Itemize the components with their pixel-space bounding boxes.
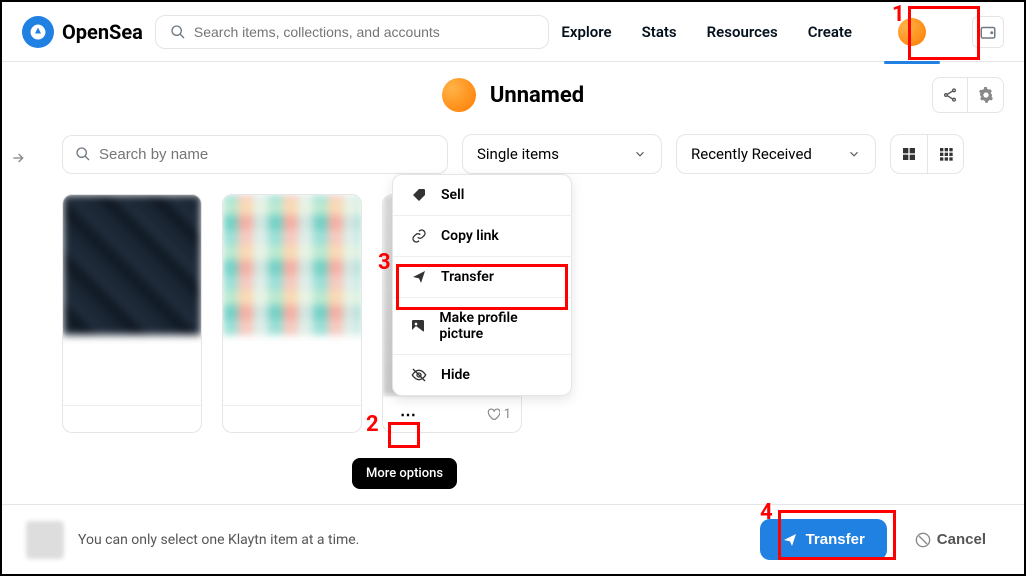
search-icon — [75, 146, 91, 162]
grid-large-button[interactable] — [891, 135, 927, 173]
gear-icon — [978, 87, 994, 103]
heart-icon — [486, 407, 500, 421]
menu-copy-link[interactable]: Copy link — [393, 215, 571, 256]
nft-thumbnail — [63, 195, 201, 335]
share-button[interactable] — [932, 77, 968, 113]
nft-footer — [223, 405, 361, 418]
more-options-tooltip: More options — [352, 458, 457, 489]
selection-footer: You can only select one Klaytn item at a… — [2, 504, 1024, 574]
chevron-down-icon — [847, 147, 861, 161]
menu-hide-label: Hide — [441, 367, 470, 383]
profile-avatar — [442, 78, 476, 112]
brand-name: OpenSea — [62, 20, 143, 44]
nav-stats[interactable]: Stats — [642, 23, 677, 41]
menu-sell-label: Sell — [441, 187, 464, 203]
brand-logo[interactable]: OpenSea — [22, 16, 143, 48]
transfer-button[interactable]: Transfer — [760, 519, 887, 560]
sort-dropdown[interactable]: Recently Received — [676, 134, 876, 174]
nav-create[interactable]: Create — [808, 23, 852, 41]
profile-name: Unnamed — [490, 83, 584, 108]
wallet-button[interactable] — [972, 16, 1004, 48]
nft-footer: ⋯ 1 — [383, 395, 521, 432]
wallet-icon — [979, 23, 997, 41]
name-search-input[interactable] — [99, 146, 435, 163]
link-icon — [409, 228, 429, 244]
view-toggle — [890, 134, 964, 174]
account-menu[interactable] — [882, 8, 942, 56]
nav-resources[interactable]: Resources — [707, 23, 778, 41]
eye-off-icon — [409, 367, 429, 383]
cancel-button-label: Cancel — [937, 531, 986, 548]
share-icon — [942, 87, 958, 103]
grid-small-icon — [938, 146, 954, 162]
items-filter-dropdown[interactable]: Single items — [462, 134, 662, 174]
items-filter-label: Single items — [477, 145, 559, 163]
global-search-input[interactable] — [194, 24, 535, 40]
grid-large-icon — [901, 146, 917, 162]
cancel-button[interactable]: Cancel — [901, 519, 1000, 560]
arrow-right-icon — [10, 150, 26, 166]
like-count[interactable]: 1 — [486, 407, 511, 422]
nft-card[interactable] — [222, 194, 362, 433]
selected-thumbnail — [26, 521, 64, 559]
menu-copy-label: Copy link — [441, 228, 499, 244]
send-icon — [409, 269, 429, 285]
settings-button[interactable] — [968, 77, 1004, 113]
nft-thumbnail — [223, 195, 361, 335]
transfer-button-label: Transfer — [806, 531, 865, 548]
send-icon — [782, 532, 798, 548]
sort-label: Recently Received — [691, 145, 812, 163]
items-toolbar: Single items Recently Received — [2, 134, 1024, 174]
search-icon — [170, 24, 186, 40]
chevron-down-icon — [633, 147, 647, 161]
selection-message: You can only select one Klaytn item at a… — [78, 532, 746, 548]
menu-hide[interactable]: Hide — [393, 354, 571, 395]
expand-sidebar-arrow[interactable] — [10, 150, 26, 170]
nav-explore[interactable]: Explore — [561, 23, 611, 41]
menu-make-profile-picture[interactable]: Make profile picture — [393, 297, 571, 354]
menu-transfer[interactable]: Transfer — [393, 256, 571, 297]
nft-info — [223, 335, 361, 405]
nft-card[interactable] — [62, 194, 202, 433]
main-nav: Explore Stats Resources Create — [561, 8, 1004, 56]
grid-small-button[interactable] — [927, 135, 963, 173]
opensea-logo-icon — [22, 16, 54, 48]
name-search[interactable] — [62, 135, 448, 174]
item-context-menu: Sell Copy link Transfer Make profile pic… — [392, 174, 572, 396]
like-number: 1 — [504, 407, 511, 422]
top-header: OpenSea Explore Stats Resources Create — [2, 2, 1024, 62]
tag-icon — [409, 187, 429, 203]
profile-header: Unnamed — [2, 62, 1024, 128]
menu-make-pic-label: Make profile picture — [439, 310, 555, 342]
menu-transfer-label: Transfer — [441, 269, 494, 285]
nft-footer — [63, 405, 201, 418]
profile-actions — [932, 77, 1004, 113]
avatar-icon — [898, 18, 926, 46]
nft-info — [63, 335, 201, 405]
global-search[interactable] — [155, 15, 550, 49]
menu-sell[interactable]: Sell — [393, 175, 571, 215]
image-icon — [409, 318, 427, 334]
more-options-button[interactable]: ⋯ — [393, 402, 423, 426]
cancel-icon — [915, 532, 931, 548]
